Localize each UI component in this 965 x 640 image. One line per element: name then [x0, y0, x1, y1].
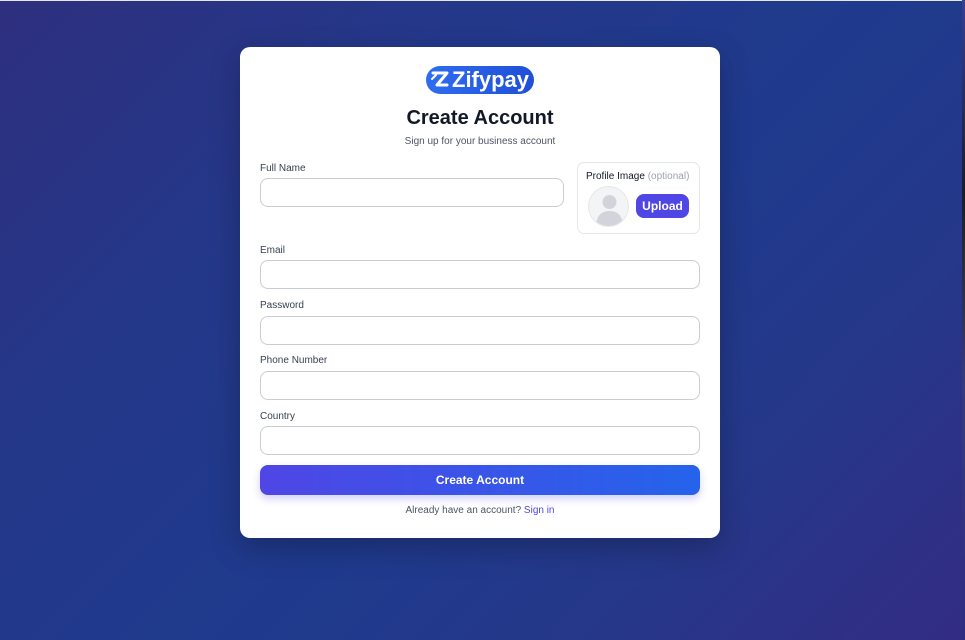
signin-link[interactable]: Sign in: [524, 505, 555, 516]
profile-image-panel: Profile Image (optional) Upload: [577, 162, 700, 234]
email-label: Email: [260, 245, 286, 256]
country-field[interactable]: [260, 426, 700, 455]
profile-image-label: Profile Image (optional): [586, 171, 689, 182]
email-field[interactable]: [260, 260, 700, 289]
create-account-button[interactable]: Create Account: [260, 465, 700, 495]
profile-image-title: Profile Image: [586, 171, 645, 182]
upload-button[interactable]: Upload: [636, 194, 689, 218]
signin-prompt-text: Already have an account?: [405, 505, 522, 516]
z-logo-icon: [429, 69, 451, 91]
window-top-border: [0, 0, 965, 1]
password-field[interactable]: [260, 316, 700, 345]
signin-prompt: Already have an account? Sign in: [240, 505, 720, 516]
profile-image-optional: (optional): [647, 171, 690, 182]
signup-card: Zifypay Create Account Sign up for your …: [240, 47, 720, 538]
country-label: Country: [260, 411, 296, 422]
password-label: Password: [260, 300, 304, 311]
user-silhouette-icon: [588, 186, 629, 227]
page-title: Create Account: [406, 107, 554, 129]
page-subtitle: Sign up for your business account: [404, 136, 556, 147]
full-name-label: Full Name: [260, 163, 306, 174]
phone-number-label: Phone Number: [260, 355, 328, 366]
phone-number-field[interactable]: [260, 371, 700, 400]
brand-name: Zifypay: [452, 67, 530, 92]
full-name-field[interactable]: [260, 178, 564, 207]
brand-logo: Zifypay: [426, 66, 534, 94]
